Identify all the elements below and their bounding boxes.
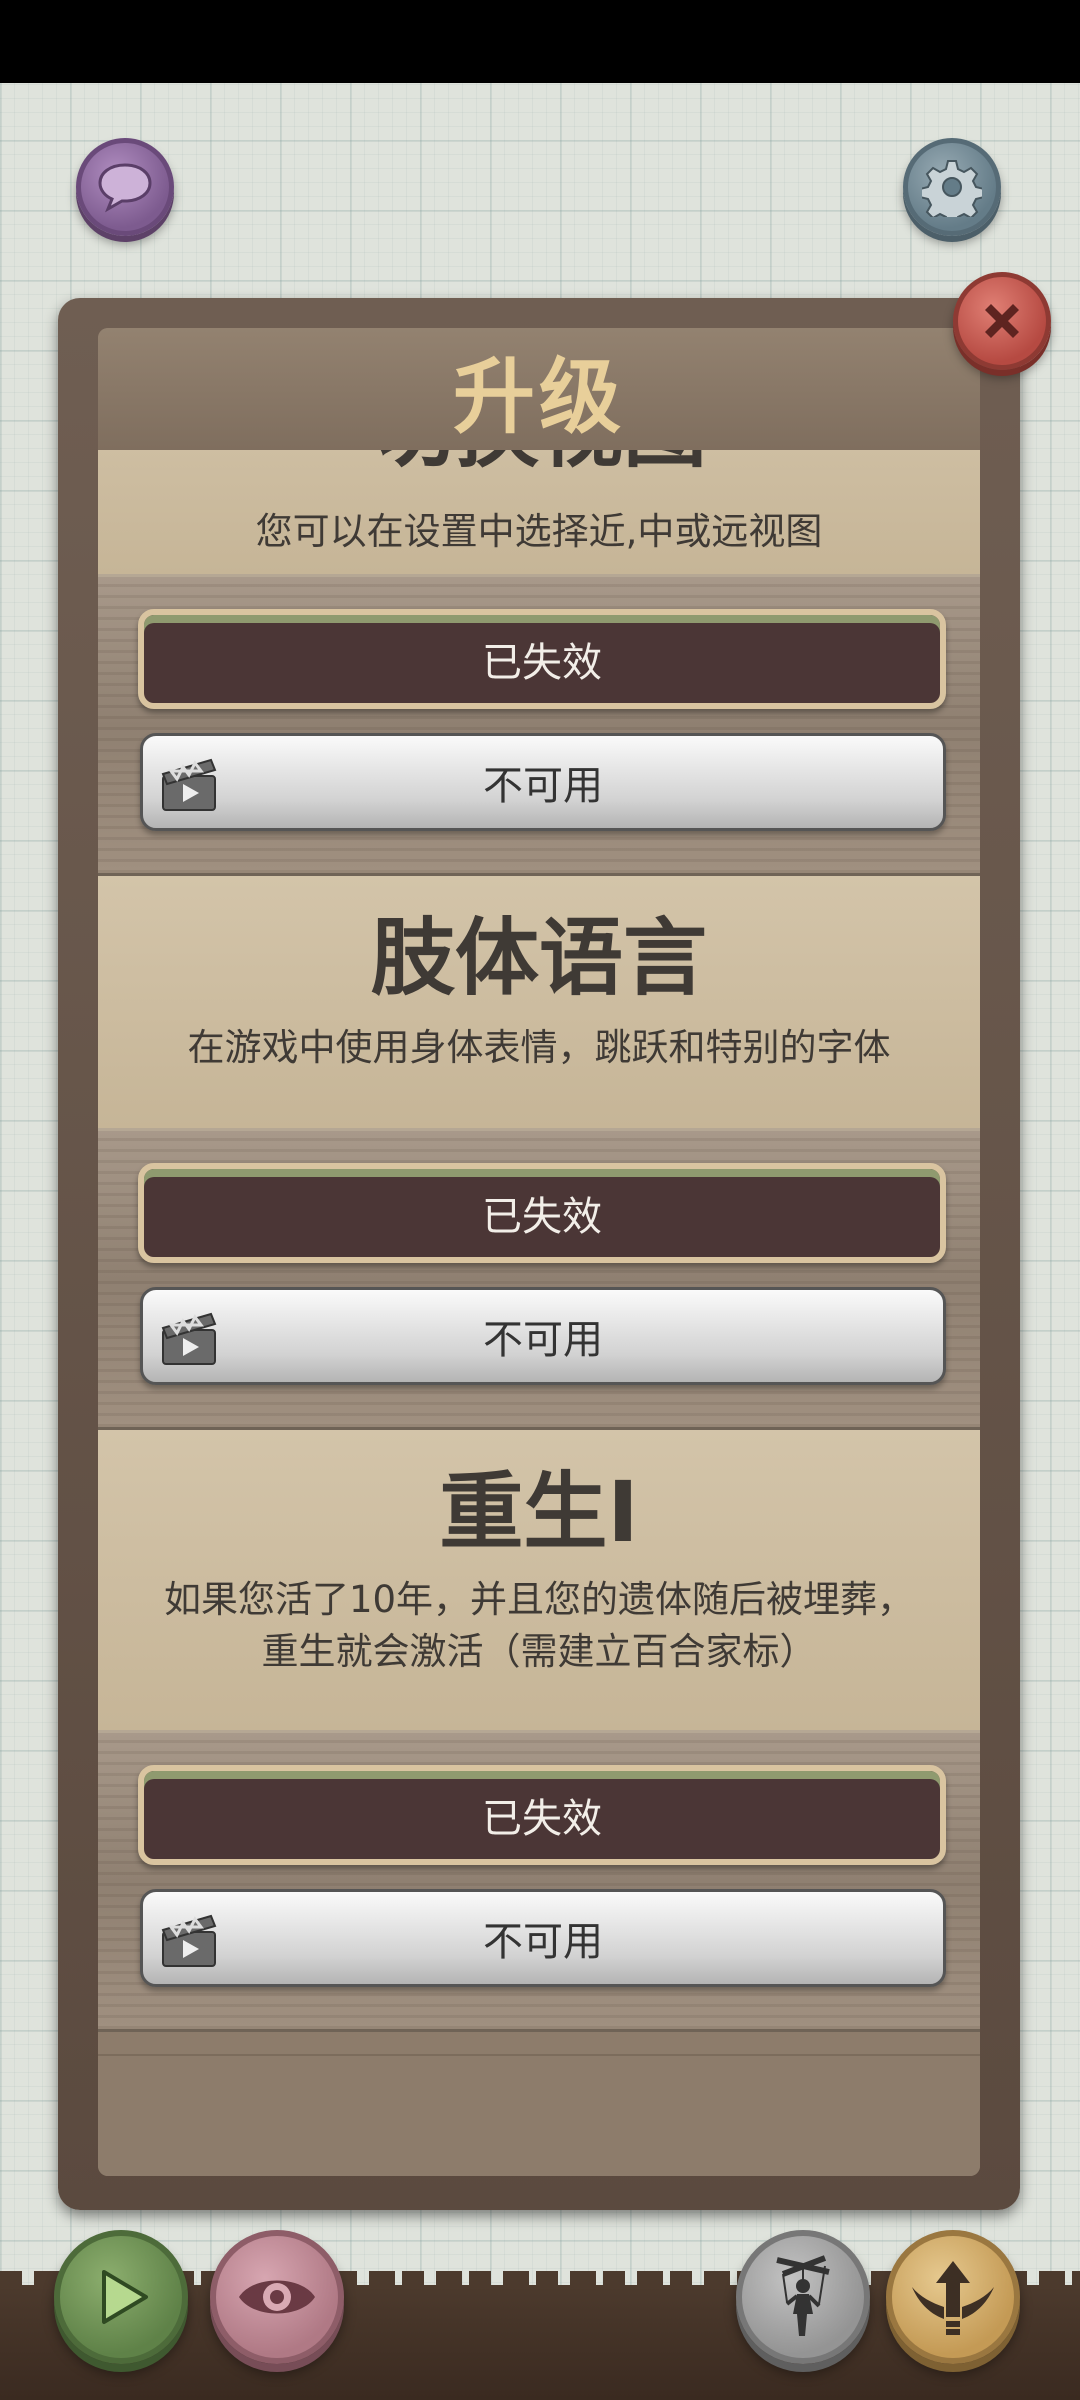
dialog-body: 升级 切换视图 您可以在设置中选择近,中或远视图 已失效 (98, 328, 980, 2176)
upgrade-title: 切换视图 (98, 450, 980, 472)
clapperboard-icon (161, 1312, 217, 1365)
watch-video-button[interactable]: 不可用 (140, 1287, 946, 1385)
upgrade-info: 肢体语言 在游戏中使用身体表情，跳跃和特别的字体 (98, 876, 980, 1128)
upgrade-title: 肢体语言 (370, 909, 707, 1007)
upgrade-description-line2: 重生就会激活（需建立百合家标） (261, 1630, 817, 1673)
status-disabled-button[interactable]: 已失效 (138, 609, 946, 709)
clapperboard-icon (161, 1914, 217, 1967)
upgrade-info: 切换视图 您可以在设置中选择近,中或远视图 (98, 450, 980, 574)
clapperboard-icon (161, 758, 217, 811)
upgrade-actions: 已失效 不可用 (98, 1128, 980, 1430)
status-disabled-label: 已失效 (482, 1194, 602, 1240)
puppet-button[interactable] (736, 2230, 870, 2364)
watch-video-label: 不可用 (483, 1919, 603, 1965)
upgrade-description-line1: 如果您活了10年，并且您的遗体随后被埋葬， (163, 1578, 915, 1621)
upgrade-actions: 已失效 不可用 (98, 1730, 980, 2032)
speech-bubble-icon (98, 163, 152, 213)
upgrade-item-switch-view: 切换视图 您可以在设置中选择近,中或远视图 已失效 (98, 450, 980, 876)
watch-video-button[interactable]: 不可用 (140, 733, 946, 831)
watch-video-button[interactable]: 不可用 (140, 1889, 946, 1987)
upgrade-item-rebirth: 重生I 如果您活了10年，并且您的遗体随后被埋葬， 重生就会激活（需建立百合家标… (98, 1430, 980, 2032)
play-button[interactable] (54, 2230, 188, 2364)
watch-video-label: 不可用 (483, 1317, 603, 1363)
marionette-icon (776, 2255, 830, 2336)
upgrade-dialog: 升级 切换视图 您可以在设置中选择近,中或远视图 已失效 (58, 298, 1020, 2210)
settings-button[interactable] (903, 138, 1001, 236)
upgrade-title: 重生I (439, 1463, 639, 1561)
status-disabled-button[interactable]: 已失效 (138, 1163, 946, 1263)
upgrade-button[interactable] (886, 2230, 1020, 2364)
chat-button[interactable] (76, 138, 174, 236)
dialog-footer (98, 2054, 980, 2176)
winged-arrow-icon (912, 2261, 994, 2335)
upgrade-description: 在游戏中使用身体表情，跳跃和特别的字体 (187, 1026, 891, 1069)
status-disabled-button[interactable]: 已失效 (138, 1765, 946, 1865)
upgrade-item-body-language: 肢体语言 在游戏中使用身体表情，跳跃和特别的字体 已失效 不可用 (98, 876, 980, 1430)
close-button[interactable] (953, 272, 1051, 370)
eye-icon (239, 2280, 315, 2314)
play-icon (102, 2270, 148, 2324)
status-disabled-label: 已失效 (482, 1796, 602, 1842)
upgrade-description: 您可以在设置中选择近,中或远视图 (255, 510, 823, 553)
upgrade-info: 重生I 如果您活了10年，并且您的遗体随后被埋葬， 重生就会激活（需建立百合家标… (98, 1430, 980, 1730)
close-x-icon (985, 304, 1019, 338)
upgrade-list-scroll[interactable]: 切换视图 您可以在设置中选择近,中或远视图 已失效 (98, 450, 980, 2054)
watch-video-label: 不可用 (483, 763, 603, 809)
upgrade-list: 切换视图 您可以在设置中选择近,中或远视图 已失效 (98, 450, 980, 2032)
dialog-title: 升级 (452, 349, 625, 445)
gear-icon (922, 160, 982, 217)
upgrade-actions: 已失效 不可用 (98, 574, 980, 876)
status-bar (0, 0, 1080, 83)
status-disabled-label: 已失效 (482, 640, 602, 686)
view-button[interactable] (210, 2230, 344, 2364)
dialog-header: 升级 (98, 328, 980, 450)
